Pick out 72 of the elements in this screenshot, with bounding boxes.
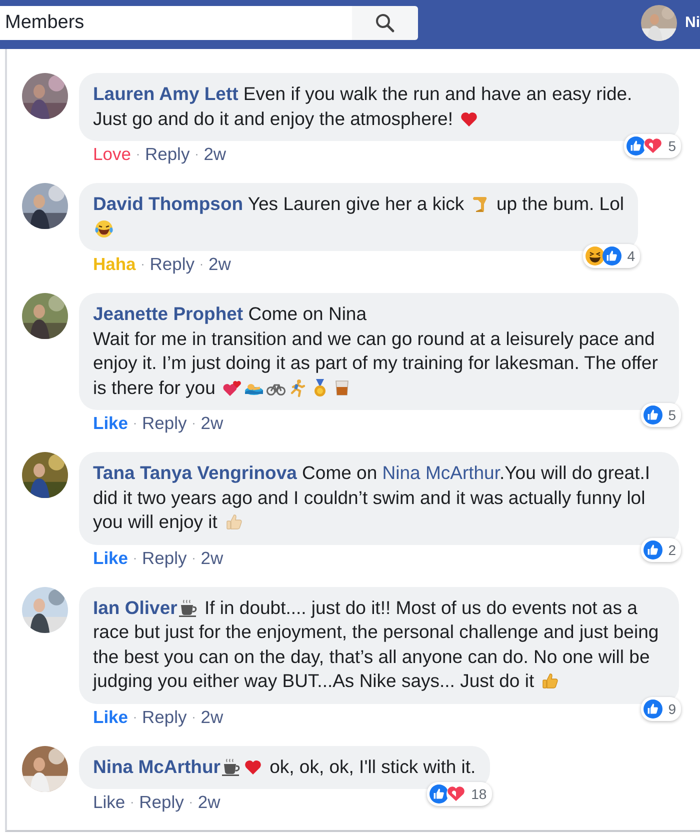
search-icon (375, 12, 395, 32)
profile-link[interactable]: Ni (685, 14, 700, 31)
comment-text: Tana Tanya Vengrinova Come on Nina McArthur.You will do great.I did it two years ago and I couldn’t swim and it was actually funny lol you will enjoy it (93, 461, 651, 534)
reply-link[interactable]: Reply (142, 706, 187, 728)
separator-dot: · (192, 550, 196, 566)
like-icon (643, 405, 664, 425)
separator-dot: · (133, 415, 138, 432)
reaction-link[interactable]: Love (93, 144, 131, 165)
reply-link[interactable]: Reply (142, 413, 187, 434)
reply-link[interactable]: Reply (150, 254, 195, 275)
reaction-count: 9 (668, 700, 676, 716)
like-icon (429, 784, 450, 804)
reaction-badge[interactable]: 5 (641, 403, 681, 427)
reply-link[interactable]: Reply (144, 144, 190, 165)
timestamp[interactable]: 2w (200, 413, 224, 434)
like-icon (643, 540, 664, 560)
timestamp[interactable]: 2w (200, 548, 224, 568)
separator-dot: · (136, 146, 140, 163)
author-link[interactable]: Nina McArthur (93, 756, 220, 776)
reaction-count: 18 (471, 786, 487, 802)
comment-text: Ian Oliver If in doubt.... just do it!! Most of us do events not as a race but just for the enjoyment, the personal challenge and just being the best you can on the day, that’s all anyone can do. No one will be judging you either way BUT...As Nike says... Just do it (93, 596, 660, 693)
like-icon (602, 246, 622, 266)
separator-dot: · (140, 256, 145, 273)
reaction-badge[interactable]: 4 (583, 244, 640, 268)
laughing-face-icon (585, 246, 606, 266)
comment-text: Lauren Amy Lett Even if you walk the run and have an easy ride. Just go and do it and enjoy the atmosphere! (93, 82, 634, 131)
like-link[interactable]: Like (93, 548, 128, 568)
reaction-badge[interactable]: 9 (641, 696, 681, 720)
coffee-cup-icon (221, 756, 242, 776)
reaction-badge[interactable]: 2 (641, 538, 681, 562)
comment-text: Jeanette Prophet Come on Nina Wait for me in transition and we can go round at a leisurely pace and enjoy it. I’m just doing it as part of my training for lakesman. The offer is there for you (93, 302, 659, 400)
separator-dot: · (188, 794, 193, 811)
timestamp[interactable]: 2w (208, 254, 231, 275)
author-link[interactable]: Jeanette Prophet (93, 303, 244, 324)
separator-dot: · (130, 794, 134, 811)
search-field[interactable]: Members (0, 6, 352, 40)
reply-link[interactable]: Reply (139, 792, 184, 813)
comment-text: Nina McArthur ok, ok, ok, I'll stick with it. (93, 754, 476, 778)
separator-dot: · (200, 256, 204, 273)
separator-dot: · (133, 708, 138, 726)
mention-link[interactable]: Nina McArthur (382, 462, 500, 483)
separator-dot: · (133, 550, 138, 566)
author-link[interactable]: David Thompson (93, 193, 244, 214)
like-link[interactable]: Like (93, 706, 128, 728)
like-link[interactable]: Like (93, 792, 126, 813)
search-button[interactable] (352, 6, 418, 40)
reaction-count: 5 (668, 407, 676, 423)
reaction-count: 4 (627, 248, 635, 264)
reaction-badge[interactable]: 5 (624, 134, 681, 158)
thumbs-up-icon (224, 512, 244, 532)
comment-text: David Thompson Yes Lauren give her a kick up the bum. Lol (93, 192, 624, 241)
laughing-face-icon (94, 218, 114, 238)
coffee-cup-icon (178, 598, 198, 618)
timestamp[interactable]: 2w (204, 144, 226, 165)
reply-link[interactable]: Reply (142, 548, 187, 568)
separator-dot: · (194, 146, 199, 163)
love-icon (643, 136, 664, 156)
like-link[interactable]: Like (93, 413, 128, 434)
separator-dot: · (192, 415, 196, 432)
like-icon (643, 698, 664, 718)
reaction-count: 5 (668, 138, 676, 154)
thumbs-up-icon (540, 671, 560, 691)
timestamp[interactable]: 2w (198, 792, 220, 813)
like-icon (626, 136, 646, 156)
separator-dot: · (192, 708, 196, 726)
reaction-badge[interactable]: 18 (427, 782, 492, 806)
love-icon (446, 784, 466, 804)
author-link[interactable]: Ian Oliver (93, 596, 178, 618)
author-link[interactable]: Lauren Amy Lett (93, 83, 238, 104)
reaction-count: 2 (668, 542, 676, 558)
author-link[interactable]: Tana Tanya Vengrinova (93, 462, 297, 483)
timestamp[interactable]: 2w (200, 706, 224, 728)
